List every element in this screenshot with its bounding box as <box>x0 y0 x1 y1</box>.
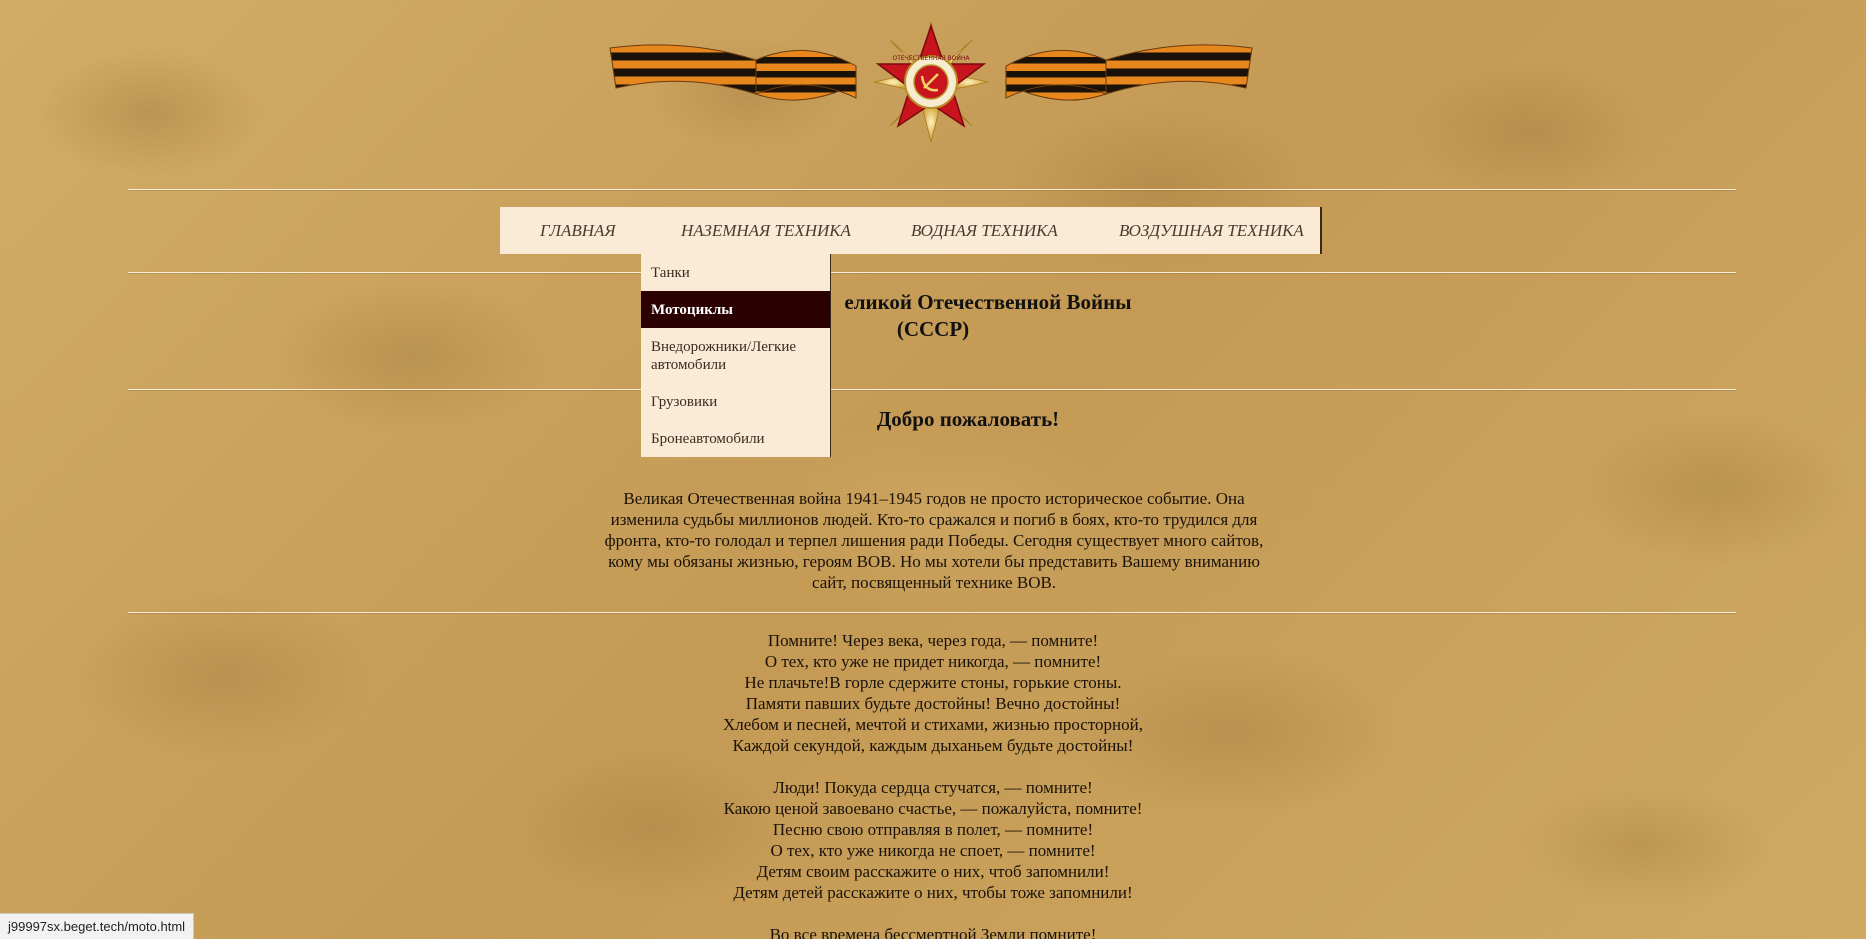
welcome-text: Добро пожаловать! <box>876 407 1060 431</box>
divider-1 <box>128 189 1736 190</box>
divider-3 <box>128 389 1736 390</box>
poem-line: Песню свою отправляя в полет, — помните! <box>772 820 1094 839</box>
dropdown-item-armored-cars[interactable]: Бронеавтомобили <box>641 420 830 457</box>
poem-line: Не плачьте!В горле сдержите стоны, горьк… <box>744 673 1122 692</box>
poem-line: Каждой секундой, каждым дыханьем будьте … <box>732 736 1134 755</box>
main-nav: ГЛАВНАЯ НАЗЕМНАЯ ТЕХНИКА ВОДНАЯ ТЕХНИКА … <box>500 207 1322 254</box>
dropdown-item-motorcycles[interactable]: Мотоциклы <box>641 291 830 328</box>
poem-line: О тех, кто уже никогда не споет, — помни… <box>770 841 1096 860</box>
poem-line: Какою ценой завоевано счастье, — пожалуй… <box>723 799 1143 818</box>
nav-item-ground-vehicles[interactable]: НАЗЕМНАЯ ТЕХНИКА <box>681 221 851 241</box>
intro-paragraph: Великая Отечественная война 1941–1945 го… <box>604 489 1264 592</box>
poem-line: Памяти павших будьте достойны! Вечно дос… <box>745 694 1121 713</box>
dropdown-item-trucks[interactable]: Грузовики <box>641 383 830 420</box>
poem-line: Помните! Через века, через года, — помни… <box>767 631 1099 650</box>
divider-2 <box>128 272 1736 273</box>
divider-4 <box>128 612 1736 613</box>
nav-item-naval-vehicles[interactable]: ВОДНАЯ ТЕХНИКА <box>911 221 1058 241</box>
poem-stanza-3: Во все времена бессмертной Земли помните… <box>560 924 1306 939</box>
poem: Помните! Через века, через года, — помни… <box>560 630 1306 939</box>
dropdown-item-offroad-cars[interactable]: Внедорожники/Легкие автомобили <box>641 328 830 383</box>
poem-line: Во все времена бессмертной Земли помните… <box>769 925 1097 939</box>
poem-line: Люди! Покуда сердца стучатся, — помните! <box>773 778 1093 797</box>
ground-vehicles-dropdown: Танки Мотоциклы Внедорожники/Легкие авто… <box>641 254 831 457</box>
dropdown-item-tanks[interactable]: Танки <box>641 254 830 291</box>
poem-line: Детям своим расскажите о них, чтоб запом… <box>756 862 1110 881</box>
nav-item-home[interactable]: ГЛАВНАЯ <box>540 221 616 241</box>
poem-stanza-1: Помните! Через века, через года, — помни… <box>560 630 1306 756</box>
poem-line: О тех, кто уже не придет никогда, — помн… <box>764 652 1102 671</box>
poem-line: Детям детей расскажите о них, чтобы тоже… <box>733 883 1133 902</box>
browser-status-url: j99997sx.beget.tech/moto.html <box>0 913 195 939</box>
nav-item-air-vehicles[interactable]: ВОЗДУШНАЯ ТЕХНИКА <box>1119 221 1304 241</box>
svg-text:ОТЕЧЕСТВЕННАЯ ВОЙНА: ОТЕЧЕСТВЕННАЯ ВОЙНА <box>893 55 971 62</box>
header-banner: ОТЕЧЕСТВЕННАЯ ВОЙНА <box>606 18 1256 148</box>
poem-line: Хлебом и песней, мечтой и стихами, жизнь… <box>723 715 1143 734</box>
poem-stanza-2: Люди! Покуда сердца стучатся, — помните!… <box>560 777 1306 903</box>
victory-emblem-image: ОТЕЧЕСТВЕННАЯ ВОЙНА <box>609 21 1253 143</box>
